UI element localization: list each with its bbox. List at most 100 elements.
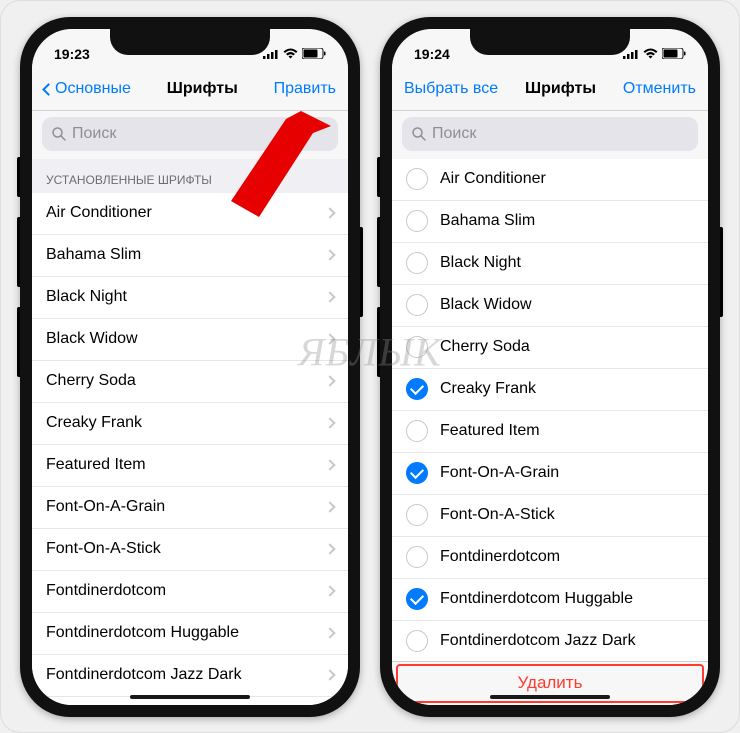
font-row-edit[interactable]: Creaky Frank [392, 369, 708, 411]
phone-right: 19:24 Выбрать все Шрифты Отменить Поиск … [380, 17, 720, 717]
font-label: Featured Item [440, 422, 694, 440]
font-row-edit[interactable]: Font-On-A-Grain [392, 453, 708, 495]
font-list[interactable]: Air Conditioner Bahama Slim Black Night Bla… [32, 193, 348, 705]
font-row[interactable]: Featured Item [32, 445, 348, 487]
signal-icon [623, 49, 639, 59]
font-label: Black Widow [440, 296, 694, 314]
chevron-right-icon [324, 585, 335, 596]
nav-bar: Выбрать все Шрифты Отменить [392, 69, 708, 111]
checkbox-empty-icon[interactable] [406, 294, 428, 316]
checkbox-empty-icon[interactable] [406, 252, 428, 274]
font-label: Font-On-A-Stick [440, 506, 694, 524]
edit-button[interactable]: Править [274, 80, 336, 98]
font-row[interactable]: Black Widow [32, 319, 348, 361]
font-row[interactable]: Font-On-A-Stick [32, 529, 348, 571]
font-list-edit[interactable]: Air Conditioner Bahama Slim Black Night Bla… [392, 159, 708, 661]
font-label: Black Night [46, 288, 326, 306]
search-placeholder: Поиск [72, 125, 116, 143]
font-row[interactable]: Creaky Frank [32, 403, 348, 445]
checkbox-checked-icon[interactable] [406, 462, 428, 484]
font-label: Black Night [440, 254, 694, 272]
font-row-edit[interactable]: Featured Item [392, 411, 708, 453]
font-label: Font-On-A-Stick [46, 540, 326, 558]
chevron-right-icon [324, 543, 335, 554]
font-label: Cherry Soda [440, 338, 694, 356]
font-label: Font-On-A-Grain [46, 498, 326, 516]
font-row-edit[interactable]: Fontdinerdotcom Huggable [392, 579, 708, 621]
font-row-edit[interactable]: Fontdinerdotcom Jazz Dark [392, 621, 708, 661]
font-row-edit[interactable]: Black Night [392, 243, 708, 285]
checkbox-empty-icon[interactable] [406, 168, 428, 190]
chevron-right-icon [324, 459, 335, 470]
chevron-right-icon [324, 669, 335, 680]
battery-icon [302, 48, 326, 59]
page-title: Шрифты [167, 80, 238, 98]
font-row[interactable]: Air Conditioner [32, 193, 348, 235]
font-row[interactable]: Fontdinerdotcom [32, 571, 348, 613]
font-label: Air Conditioner [440, 170, 694, 188]
notch [110, 29, 270, 55]
checkbox-checked-icon[interactable] [406, 588, 428, 610]
font-row[interactable]: Fontdinerdotcom Huggable [32, 613, 348, 655]
status-icons [623, 48, 686, 59]
font-label: Fontdinerdotcom [46, 582, 326, 600]
status-time: 19:24 [414, 46, 450, 62]
checkbox-checked-icon[interactable] [406, 378, 428, 400]
font-row[interactable]: Cherry Soda [32, 361, 348, 403]
search-icon [52, 127, 66, 141]
search-placeholder: Поиск [432, 125, 476, 143]
signal-icon [263, 49, 279, 59]
cancel-button[interactable]: Отменить [623, 80, 696, 98]
battery-icon [662, 48, 686, 59]
font-label: Fontdinerdotcom [440, 548, 694, 566]
select-all-button[interactable]: Выбрать все [404, 80, 498, 98]
chevron-right-icon [324, 375, 335, 386]
checkbox-empty-icon[interactable] [406, 630, 428, 652]
checkbox-empty-icon[interactable] [406, 336, 428, 358]
search-input[interactable]: Поиск [402, 117, 698, 151]
status-icons [263, 48, 326, 59]
font-label: Fontdinerdotcom Jazz Dark [46, 666, 326, 684]
font-label: Featured Item [46, 456, 326, 474]
checkbox-empty-icon[interactable] [406, 546, 428, 568]
home-indicator [130, 695, 250, 699]
chevron-right-icon [324, 501, 335, 512]
font-label: Bahama Slim [46, 246, 326, 264]
search-bar: Поиск [32, 111, 348, 159]
back-label: Основные [55, 80, 131, 98]
checkbox-empty-icon[interactable] [406, 210, 428, 232]
page-title: Шрифты [525, 80, 596, 98]
font-row-edit[interactable]: Cherry Soda [392, 327, 708, 369]
font-row-edit[interactable]: Air Conditioner [392, 159, 708, 201]
nav-bar: Основные Шрифты Править [32, 69, 348, 111]
font-label: Fontdinerdotcom Jazz Dark [440, 632, 694, 650]
delete-label: Удалить [518, 673, 583, 693]
font-label: Creaky Frank [46, 414, 326, 432]
font-label: Creaky Frank [440, 380, 694, 398]
search-icon [412, 127, 426, 141]
search-input[interactable]: Поиск [42, 117, 338, 151]
checkbox-empty-icon[interactable] [406, 420, 428, 442]
back-button[interactable]: Основные [44, 80, 131, 98]
chevron-right-icon [324, 417, 335, 428]
font-label: Font-On-A-Grain [440, 464, 694, 482]
font-label: Cherry Soda [46, 372, 326, 390]
font-row[interactable]: Fontdinerdotcom Jazz Dark [32, 655, 348, 697]
chevron-right-icon [324, 207, 335, 218]
font-label: Fontdinerdotcom Huggable [46, 624, 326, 642]
font-row[interactable]: Black Night [32, 277, 348, 319]
phone-left: 19:23 Основные Шрифты Править Поиск УСТА… [20, 17, 360, 717]
checkbox-empty-icon[interactable] [406, 504, 428, 526]
font-row[interactable]: Font-On-A-Grain [32, 487, 348, 529]
font-row-edit[interactable]: Bahama Slim [392, 201, 708, 243]
font-row-edit[interactable]: Fontdinerdotcom [392, 537, 708, 579]
chevron-right-icon [324, 249, 335, 260]
wifi-icon [283, 48, 298, 59]
font-label: Fontdinerdotcom Huggable [440, 590, 694, 608]
font-label: Bahama Slim [440, 212, 694, 230]
font-label: Black Widow [46, 330, 326, 348]
font-row-edit[interactable]: Font-On-A-Stick [392, 495, 708, 537]
font-row-edit[interactable]: Black Widow [392, 285, 708, 327]
chevron-right-icon [324, 291, 335, 302]
font-row[interactable]: Bahama Slim [32, 235, 348, 277]
